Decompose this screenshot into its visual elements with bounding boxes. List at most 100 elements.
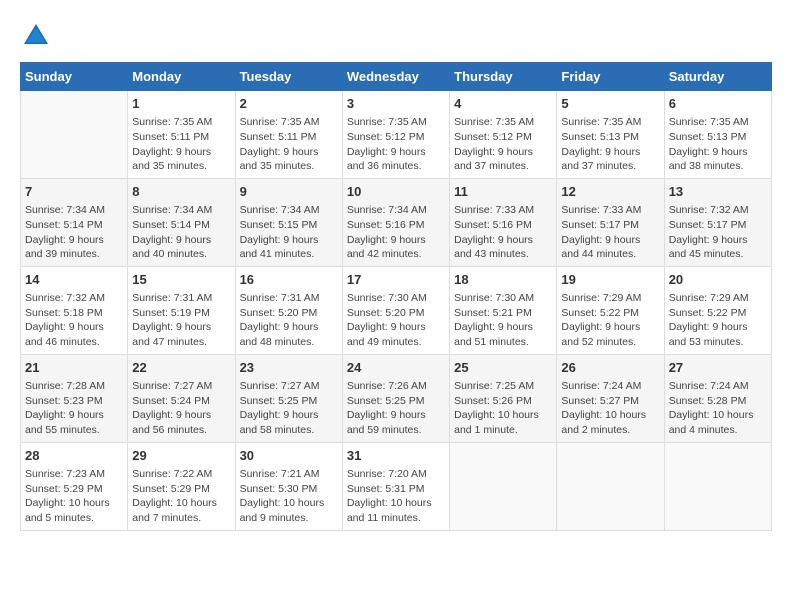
day-number: 3	[347, 95, 445, 113]
header-wednesday: Wednesday	[342, 63, 449, 91]
cell-content: Sunrise: 7:27 AM Sunset: 5:24 PM Dayligh…	[132, 379, 230, 438]
day-number: 9	[240, 183, 338, 201]
day-number: 23	[240, 359, 338, 377]
cell-content: Sunrise: 7:34 AM Sunset: 5:14 PM Dayligh…	[132, 203, 230, 262]
cell-content: Sunrise: 7:35 AM Sunset: 5:12 PM Dayligh…	[454, 115, 552, 174]
cell-content: Sunrise: 7:22 AM Sunset: 5:29 PM Dayligh…	[132, 467, 230, 526]
day-number: 11	[454, 183, 552, 201]
week-row-2: 7 Sunrise: 7:34 AM Sunset: 5:14 PM Daylig…	[21, 178, 772, 266]
calendar-cell: 15 Sunrise: 7:31 AM Sunset: 5:19 PM Dayli…	[128, 266, 235, 354]
calendar-cell	[450, 442, 557, 530]
calendar-cell: 30Sunrise: 7:21 AM Sunset: 5:30 PM Dayli…	[235, 442, 342, 530]
day-number: 30	[240, 447, 338, 465]
calendar-cell: 16 Sunrise: 7:31 AM Sunset: 5:20 PM Dayli…	[235, 266, 342, 354]
calendar-cell: 21 Sunrise: 7:28 AM Sunset: 5:23 PM Dayli…	[21, 354, 128, 442]
day-number: 2	[240, 95, 338, 113]
day-number: 18	[454, 271, 552, 289]
page-header	[20, 20, 772, 52]
calendar-cell: 20Sunrise: 7:29 AM Sunset: 5:22 PM Dayli…	[664, 266, 771, 354]
calendar-cell: 31Sunrise: 7:20 AM Sunset: 5:31 PM Dayli…	[342, 442, 449, 530]
cell-content: Sunrise: 7:29 AM Sunset: 5:22 PM Dayligh…	[561, 291, 659, 350]
header-sunday: Sunday	[21, 63, 128, 91]
day-number: 24	[347, 359, 445, 377]
cell-content: Sunrise: 7:32 AM Sunset: 5:18 PM Dayligh…	[25, 291, 123, 350]
day-number: 29	[132, 447, 230, 465]
calendar-cell: 14 Sunrise: 7:32 AM Sunset: 5:18 PM Dayli…	[21, 266, 128, 354]
cell-content: Sunrise: 7:31 AM Sunset: 5:20 PM Dayligh…	[240, 291, 338, 350]
day-number: 10	[347, 183, 445, 201]
calendar-cell: 17 Sunrise: 7:30 AM Sunset: 5:20 PM Dayli…	[342, 266, 449, 354]
calendar-cell: 23 Sunrise: 7:27 AM Sunset: 5:25 PM Dayli…	[235, 354, 342, 442]
cell-content: Sunrise: 7:25 AM Sunset: 5:26 PM Dayligh…	[454, 379, 552, 438]
day-number: 17	[347, 271, 445, 289]
day-number: 28	[25, 447, 123, 465]
header-friday: Friday	[557, 63, 664, 91]
calendar-cell: 26Sunrise: 7:24 AM Sunset: 5:27 PM Dayli…	[557, 354, 664, 442]
week-row-4: 21 Sunrise: 7:28 AM Sunset: 5:23 PM Dayli…	[21, 354, 772, 442]
cell-content: Sunrise: 7:26 AM Sunset: 5:25 PM Dayligh…	[347, 379, 445, 438]
header-thursday: Thursday	[450, 63, 557, 91]
day-number: 16	[240, 271, 338, 289]
cell-content: Sunrise: 7:34 AM Sunset: 5:14 PM Dayligh…	[25, 203, 123, 262]
week-row-3: 14 Sunrise: 7:32 AM Sunset: 5:18 PM Dayli…	[21, 266, 772, 354]
calendar-cell: 19 Sunrise: 7:29 AM Sunset: 5:22 PM Dayli…	[557, 266, 664, 354]
day-number: 20	[669, 271, 767, 289]
calendar-cell: 10 Sunrise: 7:34 AM Sunset: 5:16 PM Dayli…	[342, 178, 449, 266]
header-tuesday: Tuesday	[235, 63, 342, 91]
header-saturday: Saturday	[664, 63, 771, 91]
calendar-cell: 22 Sunrise: 7:27 AM Sunset: 5:24 PM Dayli…	[128, 354, 235, 442]
header-monday: Monday	[128, 63, 235, 91]
calendar-cell: 13Sunrise: 7:32 AM Sunset: 5:17 PM Dayli…	[664, 178, 771, 266]
day-number: 7	[25, 183, 123, 201]
logo	[20, 20, 56, 52]
day-number: 14	[25, 271, 123, 289]
cell-content: Sunrise: 7:30 AM Sunset: 5:20 PM Dayligh…	[347, 291, 445, 350]
week-row-5: 28 Sunrise: 7:23 AM Sunset: 5:29 PM Dayli…	[21, 442, 772, 530]
calendar-cell: 3 Sunrise: 7:35 AM Sunset: 5:12 PM Daylig…	[342, 91, 449, 179]
cell-content: Sunrise: 7:31 AM Sunset: 5:19 PM Dayligh…	[132, 291, 230, 350]
cell-content: Sunrise: 7:24 AM Sunset: 5:28 PM Dayligh…	[669, 379, 767, 438]
day-number: 12	[561, 183, 659, 201]
day-number: 4	[454, 95, 552, 113]
calendar-cell: 12 Sunrise: 7:33 AM Sunset: 5:17 PM Dayli…	[557, 178, 664, 266]
day-number: 15	[132, 271, 230, 289]
cell-content: Sunrise: 7:35 AM Sunset: 5:13 PM Dayligh…	[669, 115, 767, 174]
cell-content: Sunrise: 7:35 AM Sunset: 5:13 PM Dayligh…	[561, 115, 659, 174]
calendar-cell: 28 Sunrise: 7:23 AM Sunset: 5:29 PM Dayli…	[21, 442, 128, 530]
cell-content: Sunrise: 7:34 AM Sunset: 5:15 PM Dayligh…	[240, 203, 338, 262]
calendar-cell: 27 Sunrise: 7:24 AM Sunset: 5:28 PM Dayli…	[664, 354, 771, 442]
calendar-cell: 24 Sunrise: 7:26 AM Sunset: 5:25 PM Dayli…	[342, 354, 449, 442]
calendar-cell: 2Sunrise: 7:35 AM Sunset: 5:11 PM Daylig…	[235, 91, 342, 179]
cell-content: Sunrise: 7:30 AM Sunset: 5:21 PM Dayligh…	[454, 291, 552, 350]
cell-content: Sunrise: 7:20 AM Sunset: 5:31 PM Dayligh…	[347, 467, 445, 526]
week-row-1: 1 Sunrise: 7:35 AM Sunset: 5:11 PM Daylig…	[21, 91, 772, 179]
cell-content: Sunrise: 7:27 AM Sunset: 5:25 PM Dayligh…	[240, 379, 338, 438]
calendar-table: SundayMondayTuesdayWednesdayThursdayFrid…	[20, 62, 772, 531]
cell-content: Sunrise: 7:24 AM Sunset: 5:27 PM Dayligh…	[561, 379, 659, 438]
day-number: 25	[454, 359, 552, 377]
day-number: 19	[561, 271, 659, 289]
day-number: 21	[25, 359, 123, 377]
calendar-cell: 11Sunrise: 7:33 AM Sunset: 5:16 PM Dayli…	[450, 178, 557, 266]
calendar-cell: 8Sunrise: 7:34 AM Sunset: 5:14 PM Daylig…	[128, 178, 235, 266]
day-number: 1	[132, 95, 230, 113]
day-number: 13	[669, 183, 767, 201]
calendar-cell: 18 Sunrise: 7:30 AM Sunset: 5:21 PM Dayli…	[450, 266, 557, 354]
day-number: 6	[669, 95, 767, 113]
cell-content: Sunrise: 7:23 AM Sunset: 5:29 PM Dayligh…	[25, 467, 123, 526]
calendar-cell: 6 Sunrise: 7:35 AM Sunset: 5:13 PM Daylig…	[664, 91, 771, 179]
calendar-header-row: SundayMondayTuesdayWednesdayThursdayFrid…	[21, 63, 772, 91]
cell-content: Sunrise: 7:35 AM Sunset: 5:12 PM Dayligh…	[347, 115, 445, 174]
calendar-cell	[557, 442, 664, 530]
calendar-cell: 29 Sunrise: 7:22 AM Sunset: 5:29 PM Dayli…	[128, 442, 235, 530]
day-number: 27	[669, 359, 767, 377]
logo-icon	[20, 20, 52, 52]
cell-content: Sunrise: 7:28 AM Sunset: 5:23 PM Dayligh…	[25, 379, 123, 438]
cell-content: Sunrise: 7:33 AM Sunset: 5:17 PM Dayligh…	[561, 203, 659, 262]
day-number: 22	[132, 359, 230, 377]
calendar-cell: 5Sunrise: 7:35 AM Sunset: 5:13 PM Daylig…	[557, 91, 664, 179]
cell-content: Sunrise: 7:35 AM Sunset: 5:11 PM Dayligh…	[132, 115, 230, 174]
cell-content: Sunrise: 7:34 AM Sunset: 5:16 PM Dayligh…	[347, 203, 445, 262]
calendar-cell: 9 Sunrise: 7:34 AM Sunset: 5:15 PM Daylig…	[235, 178, 342, 266]
calendar-cell: 25 Sunrise: 7:25 AM Sunset: 5:26 PM Dayli…	[450, 354, 557, 442]
